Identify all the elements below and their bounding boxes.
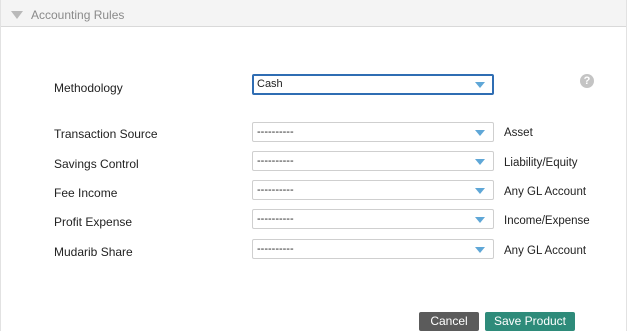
- fee-income-select-value: ----------: [257, 184, 294, 196]
- chevron-down-icon: [475, 130, 485, 136]
- mudarib-share-select[interactable]: ----------: [252, 239, 494, 259]
- section-header[interactable]: Accounting Rules: [1, 0, 626, 27]
- transaction-source-select-value: ----------: [257, 126, 294, 138]
- mudarib-share-label: Mudarib Share: [54, 245, 133, 259]
- savings-control-label: Savings Control: [54, 157, 139, 171]
- chevron-down-icon: [475, 217, 485, 223]
- transaction-source-select[interactable]: ----------: [252, 122, 494, 142]
- profit-expense-select-value: ----------: [257, 213, 294, 225]
- accounting-rules-panel: Accounting Rules Methodology Cash ? Tran…: [0, 0, 627, 331]
- fee-income-label: Fee Income: [54, 186, 118, 200]
- chevron-down-icon: [475, 247, 485, 253]
- transaction-source-label: Transaction Source: [54, 127, 158, 141]
- profit-expense-label: Profit Expense: [54, 215, 133, 229]
- profit-expense-select[interactable]: ----------: [252, 209, 494, 229]
- mudarib-share-account-type: Any GL Account: [504, 245, 587, 257]
- methodology-select[interactable]: Cash: [252, 74, 494, 95]
- help-icon[interactable]: ?: [580, 74, 594, 88]
- collapse-triangle-icon[interactable]: [11, 11, 23, 19]
- methodology-label: Methodology: [54, 81, 123, 95]
- chevron-down-icon: [475, 159, 485, 165]
- chevron-down-icon: [475, 188, 485, 194]
- chevron-down-icon: [475, 82, 485, 88]
- savings-control-select-value: ----------: [257, 155, 294, 167]
- methodology-select-value: Cash: [257, 78, 283, 90]
- transaction-source-account-type: Asset: [504, 127, 533, 139]
- profit-expense-account-type: Income/Expense: [504, 215, 590, 227]
- mudarib-share-select-value: ----------: [257, 243, 294, 255]
- save-product-button[interactable]: Save Product: [485, 312, 575, 331]
- section-title: Accounting Rules: [31, 8, 125, 22]
- savings-control-select[interactable]: ----------: [252, 151, 494, 171]
- fee-income-account-type: Any GL Account: [504, 186, 587, 198]
- savings-control-account-type: Liability/Equity: [504, 157, 578, 169]
- cancel-button[interactable]: Cancel: [419, 312, 479, 331]
- fee-income-select[interactable]: ----------: [252, 180, 494, 200]
